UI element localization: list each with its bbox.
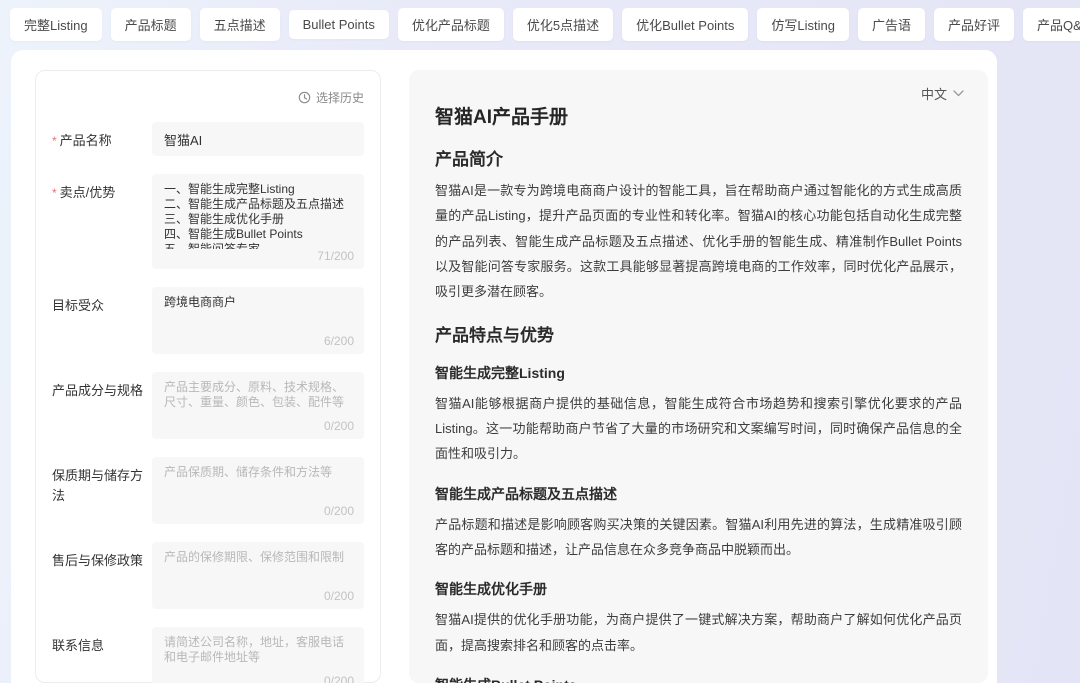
target-audience-box: 跨境电商商户 6/200 <box>152 287 364 354</box>
ingredients-specs-textarea[interactable] <box>164 380 354 419</box>
tab-product-qa[interactable]: 产品Q&A <box>1023 8 1080 41</box>
selling-points-label: *卖点/优势 <box>52 174 152 269</box>
ingredients-specs-counter: 0/200 <box>164 419 354 433</box>
preview-panel: 中文 智猫AI产品手册 产品简介 智猫AI是一款专为跨境电商商户设计的智能工具，… <box>409 70 988 683</box>
doc-section-text: 智猫AI能够根据商户提供的基础信息，智能生成符合市场趋势和搜索引擎优化要求的产品… <box>435 391 962 467</box>
doc-section-heading: 智能生成优化手册 <box>435 579 962 599</box>
warranty-policy-box: 0/200 <box>152 542 364 609</box>
tab-product-reviews[interactable]: 产品好评 <box>934 8 1014 41</box>
tab-optimize-bullet-points[interactable]: 优化Bullet Points <box>622 8 748 41</box>
tab-bar: 完整Listing 产品标题 五点描述 Bullet Points 优化产品标题… <box>0 0 1080 50</box>
product-name-label: *产品名称 <box>52 122 152 156</box>
tab-ad-slogan[interactable]: 广告语 <box>858 8 925 41</box>
history-clock-icon <box>298 91 311 104</box>
field-row-product-name: *产品名称 <box>52 122 364 156</box>
warranty-policy-textarea[interactable] <box>164 550 354 589</box>
tab-bullet-points[interactable]: Bullet Points <box>289 10 389 39</box>
selling-points-counter: 71/200 <box>164 249 354 263</box>
contact-info-counter: 0/200 <box>164 674 354 683</box>
doc-intro-text: 智猫AI是一款专为跨境电商商户设计的智能工具，旨在帮助商户通过智能化的方式生成高… <box>435 178 962 305</box>
tab-five-point-desc[interactable]: 五点描述 <box>200 8 280 41</box>
selling-points-box: 一、智能生成完整Listing 二、智能生成产品标题及五点描述 三、智能生成优化… <box>152 174 364 269</box>
contact-info-label: 联系信息 <box>52 627 152 683</box>
shelf-life-counter: 0/200 <box>164 504 354 518</box>
product-name-input[interactable] <box>152 122 364 156</box>
doc-features-heading: 产品特点与优势 <box>435 321 962 346</box>
doc-section-heading: 智能生成完整Listing <box>435 363 962 383</box>
warranty-policy-label: 售后与保修政策 <box>52 542 152 609</box>
selling-points-textarea[interactable]: 一、智能生成完整Listing 二、智能生成产品标题及五点描述 三、智能生成优化… <box>164 182 354 249</box>
doc-section-heading: 智能生成产品标题及五点描述 <box>435 484 962 504</box>
field-row-selling-points: *卖点/优势 一、智能生成完整Listing 二、智能生成产品标题及五点描述 三… <box>52 174 364 269</box>
doc-section-text: 产品标题和描述是影响顾客购买决策的关键因素。智猫AI利用先进的算法，生成精准吸引… <box>435 512 962 563</box>
required-asterisk: * <box>52 134 57 148</box>
form-card: 选择历史 *产品名称 *卖点/优势 一、智能生成完整Listing 二、智能生成… <box>35 70 381 683</box>
history-link-label: 选择历史 <box>316 89 364 106</box>
doc-section-heading: 智能生成Bullet Points <box>435 675 962 683</box>
field-row-ingredients-specs: 产品成分与规格 0/200 <box>52 372 364 439</box>
shelf-life-label: 保质期与储存方法 <box>52 457 152 524</box>
main-container: 选择历史 *产品名称 *卖点/优势 一、智能生成完整Listing 二、智能生成… <box>11 50 997 683</box>
tab-product-title[interactable]: 产品标题 <box>111 8 191 41</box>
target-audience-textarea[interactable]: 跨境电商商户 <box>164 295 354 334</box>
field-row-warranty-policy: 售后与保修政策 0/200 <box>52 542 364 609</box>
language-selector[interactable]: 中文 <box>921 84 964 103</box>
tab-optimize-5point-desc[interactable]: 优化5点描述 <box>513 8 613 41</box>
contact-info-box: 0/200 <box>152 627 364 683</box>
language-selector-value: 中文 <box>921 84 947 103</box>
tab-rewrite-listing[interactable]: 仿写Listing <box>757 8 849 41</box>
ingredients-specs-box: 0/200 <box>152 372 364 439</box>
doc-section-text: 智猫AI提供的优化手册功能，为商户提供了一键式解决方案，帮助商户了解如何优化产品… <box>435 607 962 658</box>
ingredients-specs-label: 产品成分与规格 <box>52 372 152 439</box>
field-row-target-audience: 目标受众 跨境电商商户 6/200 <box>52 287 364 354</box>
tab-complete-listing[interactable]: 完整Listing <box>10 8 102 41</box>
contact-info-textarea[interactable] <box>164 635 354 674</box>
shelf-life-textarea[interactable] <box>164 465 354 504</box>
chevron-down-icon <box>953 90 964 97</box>
field-row-contact-info: 联系信息 0/200 <box>52 627 364 683</box>
shelf-life-box: 0/200 <box>152 457 364 524</box>
warranty-policy-counter: 0/200 <box>164 589 354 603</box>
required-asterisk: * <box>52 186 57 200</box>
doc-intro-heading: 产品简介 <box>435 145 962 170</box>
history-link[interactable]: 选择历史 <box>52 89 364 106</box>
target-audience-label: 目标受众 <box>52 287 152 354</box>
target-audience-counter: 6/200 <box>164 334 354 348</box>
tab-optimize-product-title[interactable]: 优化产品标题 <box>398 8 504 41</box>
field-row-shelf-life: 保质期与储存方法 0/200 <box>52 457 364 524</box>
doc-title: 智猫AI产品手册 <box>435 102 962 129</box>
